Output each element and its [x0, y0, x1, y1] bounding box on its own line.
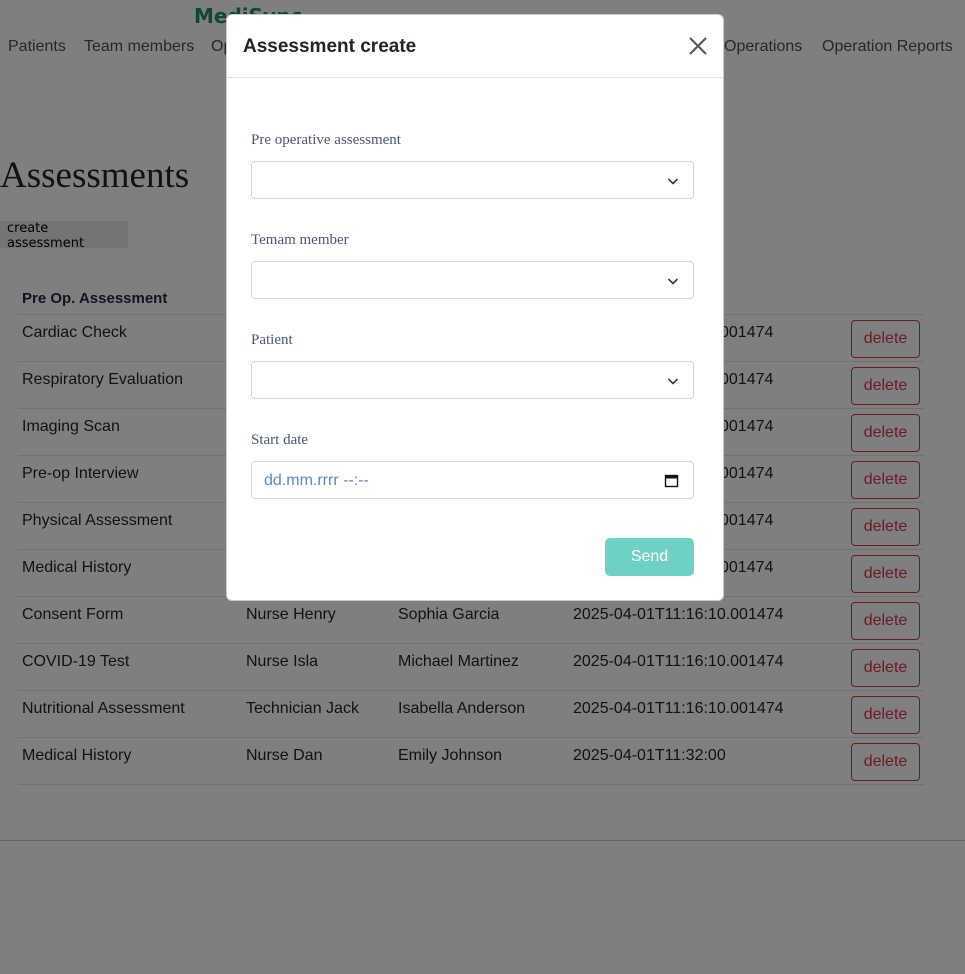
close-icon	[689, 37, 707, 55]
calendar-icon[interactable]	[664, 473, 679, 488]
chevron-down-icon	[667, 278, 679, 285]
assessment-create-modal: Assessment create Pre operative assessme…	[226, 14, 724, 601]
chevron-down-icon	[667, 378, 679, 385]
patient-label: Patient	[251, 332, 293, 348]
close-button[interactable]	[687, 35, 709, 57]
patient-select[interactable]	[251, 361, 694, 399]
team-member-label: Temam member	[251, 232, 349, 248]
start-date-input[interactable]: dd.mm.rrrr --:--	[251, 461, 694, 499]
pre-op-assessment-label: Pre operative assessment	[251, 132, 401, 148]
start-date-placeholder: dd.mm.rrrr --:--	[264, 472, 369, 489]
start-date-label: Start date	[251, 432, 309, 448]
send-button[interactable]: Send	[605, 538, 694, 576]
pre-op-assessment-select[interactable]	[251, 161, 694, 199]
modal-header: Assessment create	[227, 15, 723, 78]
team-member-select[interactable]	[251, 261, 694, 299]
chevron-down-icon	[667, 178, 679, 185]
modal-title: Assessment create	[243, 36, 417, 57]
